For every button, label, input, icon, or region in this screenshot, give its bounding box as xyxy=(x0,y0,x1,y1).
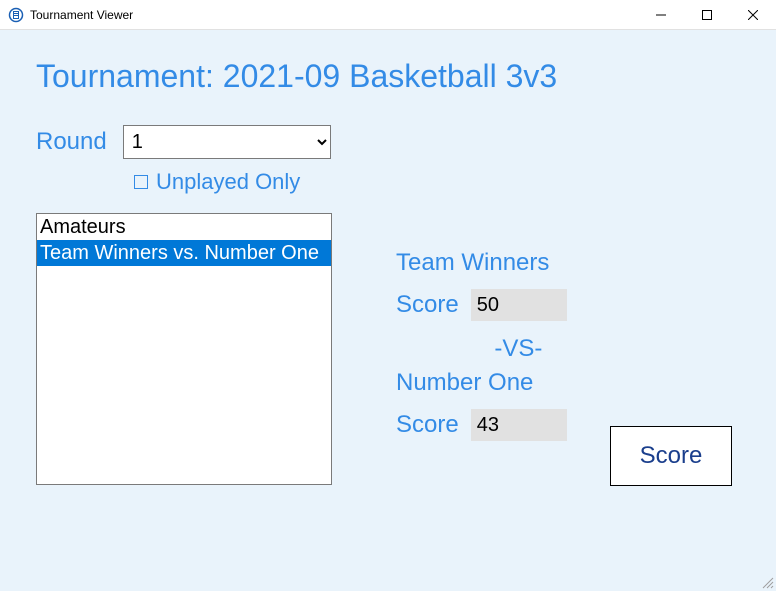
team-two-score-input[interactable] xyxy=(471,409,567,441)
client-area: Tournament: 2021-09 Basketball 3v3 Round… xyxy=(0,30,776,591)
round-label: Round xyxy=(36,128,107,156)
team-two-name: Number One xyxy=(396,369,567,397)
list-item[interactable]: Team Winners vs. Number One xyxy=(37,240,331,266)
maximize-button[interactable] xyxy=(684,0,730,30)
match-detail: Team Winners Score -VS- Number One Score xyxy=(396,213,567,485)
page-title: Tournament: 2021-09 Basketball 3v3 xyxy=(36,58,740,95)
score-button[interactable]: Score xyxy=(610,426,732,486)
app-icon xyxy=(8,7,24,23)
team-one-name: Team Winners xyxy=(396,249,567,277)
unplayed-row: Unplayed Only xyxy=(134,169,740,195)
team-one-score-input[interactable] xyxy=(471,289,567,321)
unplayed-checkbox[interactable] xyxy=(134,175,148,189)
matchup-listbox[interactable]: Amateurs Team Winners vs. Number One xyxy=(36,213,332,485)
list-item[interactable]: Amateurs xyxy=(37,214,331,240)
team-two-score-row: Score xyxy=(396,409,567,441)
versus-label: -VS- xyxy=(470,335,567,363)
score-label: Score xyxy=(396,291,459,319)
team-one-score-row: Score xyxy=(396,289,567,321)
unplayed-label: Unplayed Only xyxy=(156,169,300,195)
window-controls xyxy=(638,0,776,30)
resize-grip[interactable] xyxy=(760,575,774,589)
close-button[interactable] xyxy=(730,0,776,30)
minimize-button[interactable] xyxy=(638,0,684,30)
score-label: Score xyxy=(396,411,459,439)
round-select[interactable]: 1 xyxy=(123,125,331,159)
round-row: Round 1 xyxy=(36,125,740,159)
window-title: Tournament Viewer xyxy=(30,8,133,22)
title-bar: Tournament Viewer xyxy=(0,0,776,30)
